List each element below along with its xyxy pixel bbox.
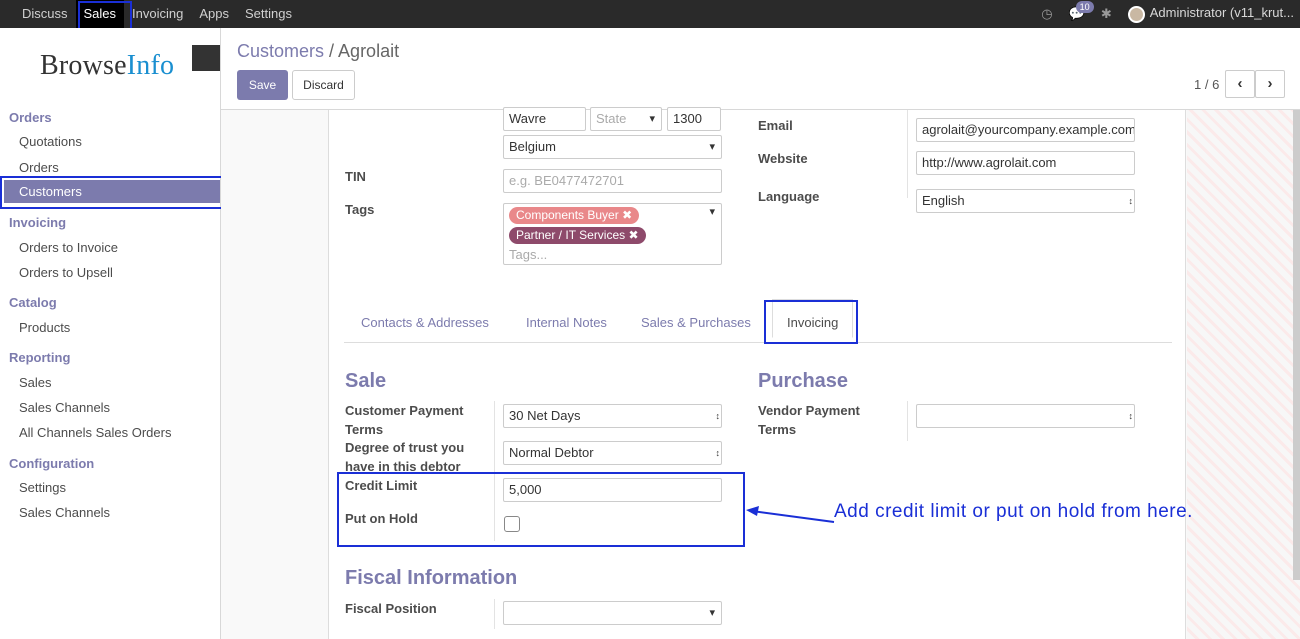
pager-next-icon[interactable]: › (1255, 70, 1285, 98)
sidebar-head-reporting: Reporting (9, 350, 71, 365)
vendor-terms-select[interactable] (916, 404, 1135, 428)
sidebar-item-all-channels[interactable]: All Channels Sales Orders (19, 425, 171, 440)
website-field[interactable]: http://www.agrolait.com (916, 151, 1135, 175)
tab-internal-notes[interactable]: Internal Notes (526, 315, 607, 330)
avatar (1127, 5, 1145, 23)
payment-terms-select[interactable]: 30 Net Days (503, 404, 722, 428)
logo-block (192, 45, 220, 71)
highlight-customers (0, 176, 226, 209)
breadcrumb-customers[interactable]: Customers (237, 41, 324, 61)
email-field[interactable]: agrolait@yourcompany.example.com (916, 118, 1135, 142)
breadcrumb: Customers / Agrolait (237, 41, 399, 62)
company-logo: BrowseInfo (40, 50, 174, 82)
logo-text-info: Info (126, 50, 175, 81)
field-separator (907, 110, 908, 198)
country-select[interactable]: Belgium (503, 135, 722, 159)
purchase-section-title: Purchase (758, 370, 849, 392)
website-label: Website (758, 151, 808, 166)
annotation-arrow-icon (746, 506, 835, 523)
tag-label: Components Buyer (516, 208, 619, 222)
tag-components-buyer[interactable]: Components Buyer ✖ (509, 207, 640, 224)
state-select[interactable]: State (590, 107, 662, 131)
user-menu[interactable]: Administrator (v11_krut... (1127, 5, 1294, 23)
app-menu: Discuss Sales Invoicing Apps Settings (14, 0, 300, 28)
scrollbar[interactable] (1293, 110, 1300, 580)
sidebar: BrowseInfo Orders Quotations Orders Cust… (0, 28, 221, 639)
pager-previous-icon[interactable]: ‹ (1225, 70, 1255, 98)
tags-placeholder: Tags... (509, 247, 548, 262)
menu-settings[interactable]: Settings (237, 0, 300, 28)
city-field[interactable]: Wavre (503, 107, 586, 131)
payment-terms-label: Customer Payment Terms (345, 403, 464, 437)
sidebar-head-catalog: Catalog (9, 295, 57, 310)
sidebar-item-sales-channels[interactable]: Sales Channels (19, 400, 110, 415)
language-label: Language (758, 189, 820, 204)
breadcrumb-current: Agrolait (338, 41, 400, 61)
bug-icon[interactable]: ✱ (1101, 6, 1112, 22)
sidebar-item-quotations[interactable]: Quotations (19, 134, 82, 149)
fiscal-position-select[interactable] (503, 601, 722, 625)
highlight-credit-limit (337, 472, 745, 547)
sidebar-item-sales[interactable]: Sales (19, 375, 52, 390)
control-panel: Customers / Agrolait Save Discard 1 / 6 … (221, 28, 1300, 110)
sidebar-item-products[interactable]: Products (19, 320, 70, 335)
email-label: Email (758, 118, 793, 133)
tag-partner-it-services[interactable]: Partner / IT Services ✖ (509, 227, 646, 244)
annotation-text: Add credit limit or put on hold from her… (834, 501, 1193, 522)
messages-icon[interactable]: 💬 10 (1069, 1, 1094, 22)
messages-badge: 10 (1075, 1, 1094, 13)
menu-apps[interactable]: Apps (191, 0, 237, 28)
notebook-tabs: Contacts & Addresses Internal Notes Sale… (344, 299, 1172, 343)
form-view: Wavre State 1300 Belgium TIN e.g. BE0477… (221, 107, 1300, 639)
discard-button[interactable]: Discard (292, 70, 355, 100)
sale-section-title: Sale (345, 370, 387, 392)
tags-field[interactable]: Components Buyer ✖ Partner / IT Services… (503, 203, 722, 265)
zip-field[interactable]: 1300 (667, 107, 721, 131)
tags-label: Tags (345, 202, 375, 217)
background-pattern (1187, 110, 1300, 639)
sidebar-item-orders-to-invoice[interactable]: Orders to Invoice (19, 240, 118, 255)
tin-label: TIN (345, 169, 366, 184)
sidebar-item-settings[interactable]: Settings (19, 480, 66, 495)
highlight-invoicing-tab (764, 300, 858, 344)
user-name: Administrator (v11_krut... (1149, 5, 1294, 21)
fiscal-section-title: Fiscal Information (345, 567, 518, 589)
sidebar-item-orders[interactable]: Orders (19, 160, 59, 175)
vendor-terms-label: Vendor Payment Terms (758, 403, 860, 437)
save-button[interactable]: Save (237, 70, 288, 100)
field-separator (907, 401, 908, 441)
sidebar-head-orders: Orders (9, 110, 52, 125)
tab-sales-purchases[interactable]: Sales & Purchases (641, 315, 751, 330)
menu-discuss[interactable]: Discuss (14, 0, 76, 28)
fiscal-position-label: Fiscal Position (345, 601, 437, 616)
trust-select[interactable]: Normal Debtor (503, 441, 722, 465)
sidebar-head-configuration: Configuration (9, 456, 95, 471)
systray: ◷ 💬 10 ✱ Administrator (v11_krut... (1041, 0, 1300, 28)
tag-label: Partner / IT Services (516, 228, 626, 242)
trust-label: Degree of trust you have in this debtor (345, 440, 465, 474)
language-select[interactable]: English (916, 189, 1135, 213)
sidebar-item-config-sales-channels[interactable]: Sales Channels (19, 505, 110, 520)
logo-text-browse: Browse (40, 50, 127, 81)
sidebar-head-invoicing: Invoicing (9, 215, 67, 230)
menu-invoicing[interactable]: Invoicing (124, 0, 191, 28)
field-separator (494, 599, 495, 629)
sidebar-item-orders-to-upsell[interactable]: Orders to Upsell (19, 265, 113, 280)
breadcrumb-separator: / (324, 41, 339, 61)
top-navbar: Discuss Sales Invoicing Apps Settings ◷ … (0, 0, 1300, 28)
tab-contacts-addresses[interactable]: Contacts & Addresses (361, 315, 489, 330)
form-sheet: Wavre State 1300 Belgium TIN e.g. BE0477… (328, 107, 1186, 639)
clock-icon[interactable]: ◷ (1041, 6, 1052, 22)
pager-value[interactable]: 1 / 6 (1194, 77, 1219, 92)
tin-field[interactable]: e.g. BE0477472701 (503, 169, 722, 193)
